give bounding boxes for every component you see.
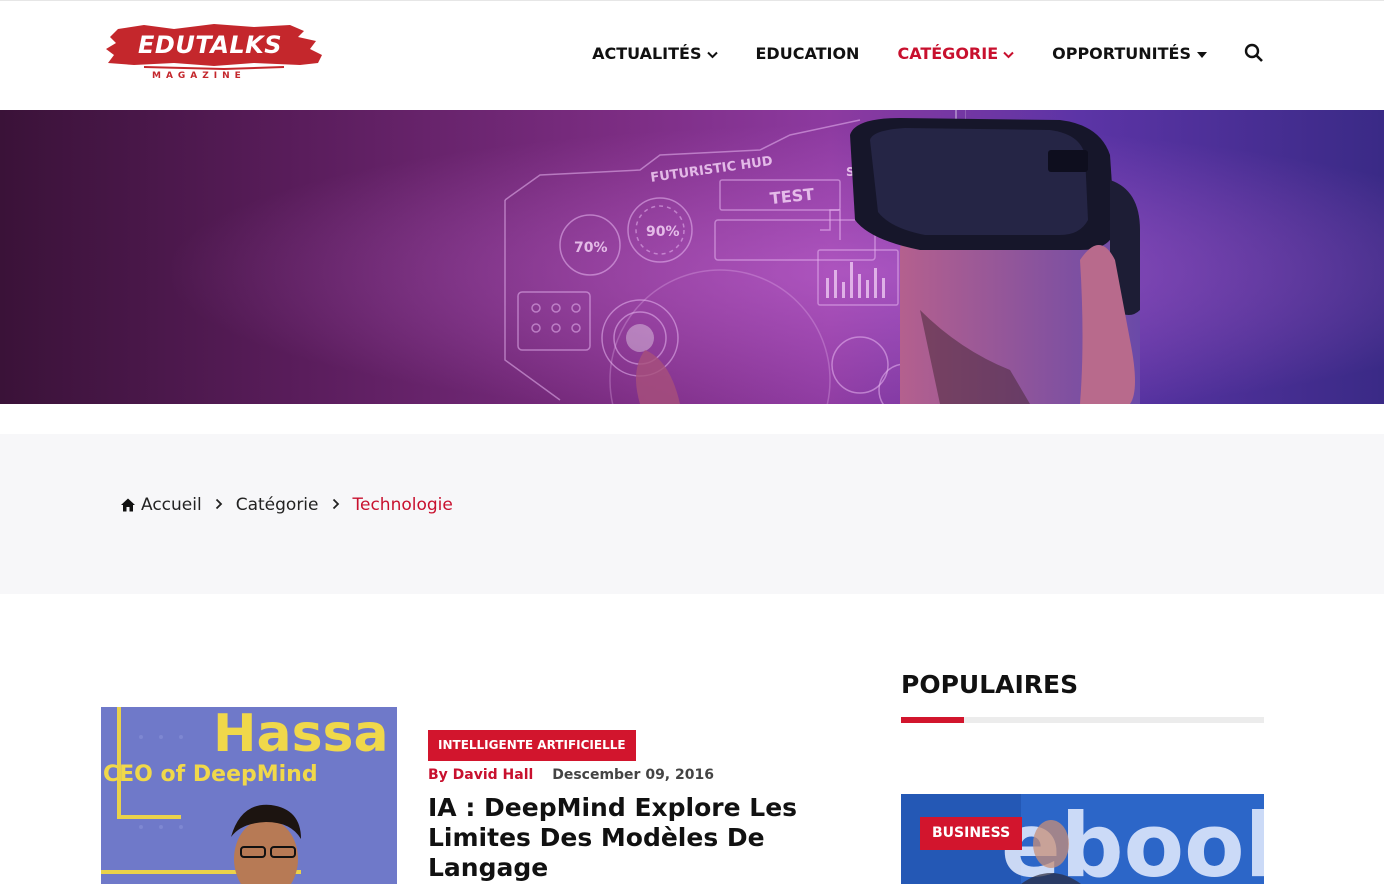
popular-post-card[interactable]: ebool BUSINESS — [901, 794, 1264, 884]
search-icon[interactable] — [1244, 43, 1264, 63]
article-date: Descember 09, 2016 — [552, 767, 714, 783]
nav-item-label: ACTUALITÉS — [592, 43, 702, 63]
home-icon[interactable] — [120, 497, 136, 513]
nav-item-label: OPPORTUNITÉS — [1052, 43, 1191, 63]
nav-item-education[interactable]: EDUCATION — [756, 44, 860, 63]
sidebar-title: POPULAIRES — [901, 670, 1079, 699]
thumb-text-name: Hassa — [213, 707, 389, 764]
nav-item-categorie[interactable]: CATÉGORIE — [897, 44, 1014, 63]
hero-gauge-1: 70% — [574, 240, 608, 256]
article-category-badge[interactable]: INTELLIGENTE ARTIFICIELLE — [428, 730, 636, 761]
chevron-down-icon — [1003, 44, 1014, 63]
article-title[interactable]: IA : DeepMind Explore Les Limites Des Mo… — [428, 793, 828, 883]
article-thumbnail[interactable]: Hassa CEO of DeepMind — [101, 707, 397, 884]
breadcrumb-band: Accueil Catégorie Technologie — [0, 434, 1384, 594]
sidebar-title-rule — [901, 717, 1264, 723]
article-author[interactable]: By David Hall — [428, 767, 533, 783]
logo-tagline: MAGAZINE — [152, 71, 246, 81]
site-header: EDUTALKS MAGAZINE ACTUALITÉS EDUCATION C… — [0, 0, 1384, 110]
chevron-right-icon — [332, 495, 340, 515]
site-logo[interactable]: EDUTALKS MAGAZINE — [104, 23, 326, 85]
chevron-right-icon — [215, 495, 223, 515]
chevron-down-icon — [706, 44, 718, 63]
caret-down-icon — [1196, 44, 1208, 63]
breadcrumb-current: Technologie — [352, 495, 453, 515]
main-nav: ACTUALITÉS EDUCATION CATÉGORIE OPPORTUNI… — [554, 43, 1264, 63]
logo-wordmark: EDUTALKS — [138, 31, 283, 59]
thumb-text-role: CEO of DeepMind — [103, 762, 318, 787]
article-meta: By David Hall Descember 09, 2016 — [428, 767, 714, 783]
nav-item-label: EDUCATION — [755, 43, 860, 63]
article-thumbnail-image: Hassa CEO of DeepMind — [101, 707, 397, 884]
breadcrumb-home[interactable]: Accueil — [141, 495, 202, 515]
breadcrumb-category[interactable]: Catégorie — [236, 495, 319, 515]
popular-post-category-badge[interactable]: BUSINESS — [920, 817, 1023, 850]
nav-item-actualites[interactable]: ACTUALITÉS — [592, 43, 718, 63]
nav-item-opportunites[interactable]: OPPORTUNITÉS — [1052, 44, 1208, 63]
hero-banner: FUTURISTIC HUD TEST S-01 70% 90% — [0, 110, 1384, 404]
breadcrumb: Accueil Catégorie Technologie — [120, 495, 453, 515]
hero-gauge-2: 90% — [646, 224, 680, 240]
nav-item-label: CATÉGORIE — [897, 43, 999, 63]
hero-vr-illustration: FUTURISTIC HUD TEST S-01 70% 90% — [0, 110, 1384, 404]
sidebar-title-rule-accent — [901, 717, 964, 723]
